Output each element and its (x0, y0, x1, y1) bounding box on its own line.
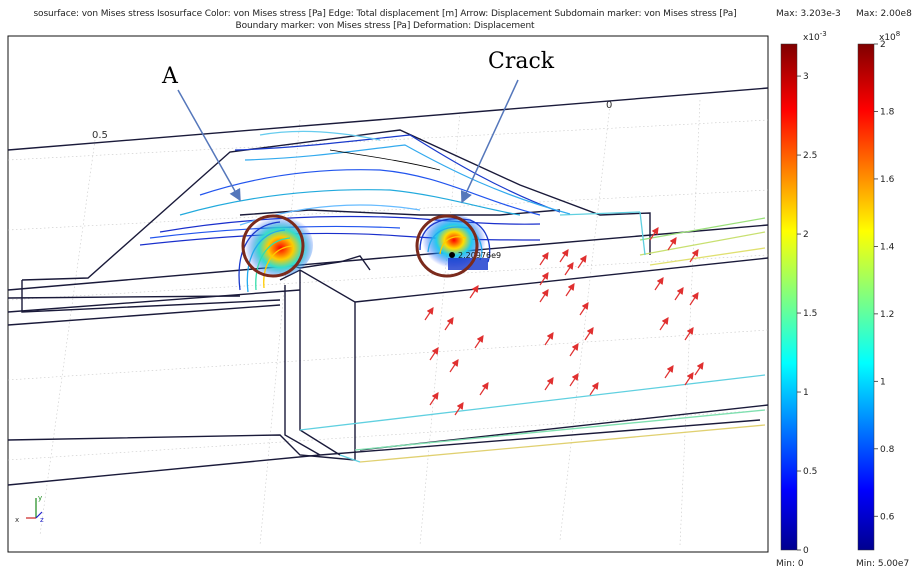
visualization-canvas[interactable]: 0.5 0 2.20976e9 A Crack y x z 32.521.510… (0, 0, 920, 575)
colorbar-right-ticks: 21.81.61.41.210.80.6 (874, 40, 895, 522)
displacement-arrow (539, 252, 549, 266)
colorbar-tick-label: 3 (803, 72, 809, 82)
colorbar-tick-label: 0.5 (803, 467, 817, 477)
displacement-arrow (694, 362, 704, 376)
displacement-arrow (589, 382, 599, 396)
colorbar-tick-label: 2.5 (803, 151, 817, 161)
annotation-arrow-crack (460, 79, 519, 204)
axis-label-x: x (15, 516, 19, 524)
stress-contours (139, 130, 571, 246)
colorbar-right (857, 43, 875, 551)
displacement-arrow (479, 382, 489, 396)
colorbar-tick-label: 0.6 (880, 512, 895, 522)
displacement-arrow (544, 377, 554, 391)
displacement-arrow (569, 343, 579, 357)
displacement-arrow (674, 287, 684, 301)
axis-label-y: y (38, 494, 42, 502)
displacement-arrow (689, 292, 699, 306)
displacement-arrow (454, 402, 464, 416)
colorbar-tick-label: 1 (803, 388, 809, 398)
displacement-arrow (664, 365, 674, 379)
axis-label-z: z (40, 516, 44, 524)
colorbar-tick-label: 1.6 (880, 175, 895, 185)
displacement-arrow (654, 277, 664, 291)
displacement-arrow (539, 289, 549, 303)
probe-point (449, 252, 455, 258)
annotation-arrow-a (177, 89, 241, 202)
displacement-arrow (474, 335, 484, 349)
grid-lines (7, 99, 769, 546)
displacement-arrow (429, 347, 439, 361)
colorbar-tick-label: 1 (880, 377, 886, 387)
annotation-label-crack: Crack (488, 49, 555, 74)
colorbar-right-exponent: x108 (879, 30, 901, 43)
colorbar-left-max: Max: 3.203e-3 (776, 9, 841, 19)
displacement-arrow (569, 373, 579, 387)
displacement-arrow (444, 317, 454, 331)
colorbar-left-exponent: x10-3 (803, 30, 827, 43)
displacement-arrow (559, 249, 569, 263)
axis-triad: y x z (15, 494, 44, 524)
colorbar-tick-label: 0.8 (880, 445, 895, 455)
colorbar-tick-label: 1.4 (880, 242, 895, 252)
probe-value-label: 2.20976e9 (458, 251, 501, 260)
colorbar-left-min: Min: 0 (776, 559, 804, 569)
displacement-arrow (564, 262, 574, 276)
colorbar-tick-label: 1.2 (880, 310, 894, 320)
displacement-arrow (577, 255, 587, 269)
colorbar-left-ticks: 3 2.5 2 1.5 1 0.5 0 (797, 72, 817, 556)
displacement-arrow (429, 392, 439, 406)
colorbar-tick-label: 2 (803, 230, 809, 240)
displacement-arrow (565, 283, 575, 297)
displacement-arrow (659, 317, 669, 331)
displacement-arrow (544, 332, 554, 346)
colorbar-right-max: Max: 2.00e8 (856, 9, 912, 19)
displacement-arrow (689, 249, 699, 263)
displacement-arrow (469, 285, 479, 299)
displacement-arrow (684, 327, 694, 341)
tick-label-0-5: 0.5 (92, 130, 108, 141)
colorbar-tick-label: 1.5 (803, 309, 817, 319)
displacement-arrow (424, 307, 434, 321)
displacement-arrow (584, 327, 594, 341)
colorbar-tick-label: 0 (803, 546, 809, 556)
colorbar-tick-label: 1.8 (880, 107, 895, 117)
colorbar-left (780, 43, 798, 551)
colorbar-right-min: Min: 5.00e7 (856, 559, 910, 569)
displacement-arrow (539, 272, 549, 286)
annotation-label-a: A (161, 64, 179, 89)
displacement-arrow (449, 359, 459, 373)
